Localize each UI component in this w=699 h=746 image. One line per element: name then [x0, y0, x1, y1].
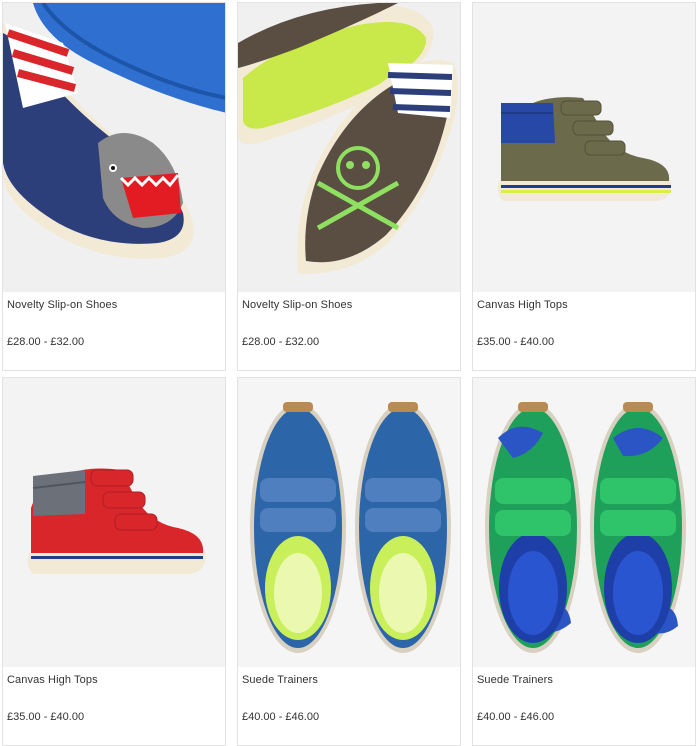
product-card[interactable]: Canvas High Tops £35.00 - £40.00: [472, 2, 696, 371]
product-name[interactable]: Canvas High Tops: [7, 674, 98, 686]
product-card[interactable]: Canvas High Tops £35.00 - £40.00: [2, 377, 226, 746]
product-image[interactable]: [473, 378, 695, 667]
product-image[interactable]: [473, 3, 695, 292]
product-info: Canvas High Tops £35.00 - £40.00: [3, 667, 225, 745]
product-price: £35.00 - £40.00: [7, 711, 85, 723]
product-info: Canvas High Tops £35.00 - £40.00: [473, 292, 695, 370]
product-info: Novelty Slip-on Shoes £28.00 - £32.00: [238, 292, 460, 370]
product-name[interactable]: Canvas High Tops: [477, 299, 568, 311]
product-image[interactable]: [3, 378, 225, 667]
product-card[interactable]: Suede Trainers £40.00 - £46.00: [472, 377, 696, 746]
product-card[interactable]: Novelty Slip-on Shoes £28.00 - £32.00: [2, 2, 226, 371]
product-price: £40.00 - £46.00: [477, 711, 555, 723]
product-name[interactable]: Suede Trainers: [477, 674, 553, 686]
product-info: Suede Trainers £40.00 - £46.00: [238, 667, 460, 745]
product-image[interactable]: [238, 378, 460, 667]
product-name[interactable]: Novelty Slip-on Shoes: [7, 299, 117, 311]
product-name[interactable]: Suede Trainers: [242, 674, 318, 686]
product-card[interactable]: Suede Trainers £40.00 - £46.00: [237, 377, 461, 746]
product-price: £35.00 - £40.00: [477, 336, 555, 348]
product-grid: Novelty Slip-on Shoes £28.00 - £32.00 No…: [0, 0, 699, 746]
product-image[interactable]: [238, 3, 460, 292]
product-info: Suede Trainers £40.00 - £46.00: [473, 667, 695, 745]
product-price: £28.00 - £32.00: [7, 336, 85, 348]
product-price: £40.00 - £46.00: [242, 711, 320, 723]
product-price: £28.00 - £32.00: [242, 336, 320, 348]
product-image[interactable]: [3, 3, 225, 292]
product-card[interactable]: Novelty Slip-on Shoes £28.00 - £32.00: [237, 2, 461, 371]
product-name[interactable]: Novelty Slip-on Shoes: [242, 299, 352, 311]
product-info: Novelty Slip-on Shoes £28.00 - £32.00: [3, 292, 225, 370]
